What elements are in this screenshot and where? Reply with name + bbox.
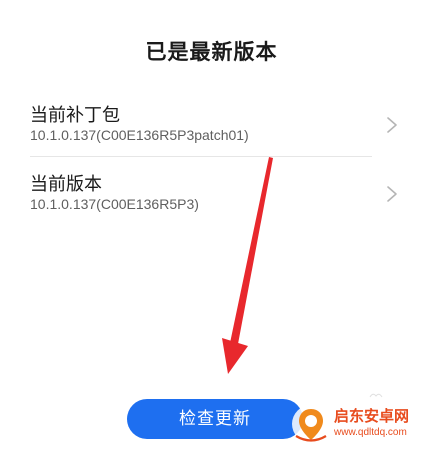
current-version-value: 10.1.0.137(C00E136R5P3) <box>30 196 199 212</box>
watermark-url: www.qdltdq.com <box>334 427 407 438</box>
update-status-page: 已是最新版本 当前补丁包 10.1.0.137(C00E136R5P3patch… <box>0 0 423 449</box>
patch-version-row[interactable]: 当前补丁包 10.1.0.137(C00E136R5P3patch01) <box>30 101 402 151</box>
site-watermark: 启东安卓网 www.qdltdq.com <box>290 399 420 445</box>
annotation-arrow-icon <box>222 157 273 374</box>
faint-mark-icon <box>369 393 383 398</box>
check-update-button[interactable]: 检查更新 <box>127 399 303 439</box>
current-version-label: 当前版本 <box>30 174 102 195</box>
patch-version-value: 10.1.0.137(C00E136R5P3patch01) <box>30 127 249 143</box>
chevron-right-icon <box>387 117 397 133</box>
row-divider <box>30 156 372 157</box>
chevron-right-icon <box>387 186 397 202</box>
page-title: 已是最新版本 <box>145 40 278 64</box>
watermark-name: 启东安卓网 <box>334 407 410 425</box>
location-pin-logo <box>292 405 330 443</box>
patch-version-label: 当前补丁包 <box>30 105 120 126</box>
current-version-row[interactable]: 当前版本 10.1.0.137(C00E136R5P3) <box>30 170 402 220</box>
